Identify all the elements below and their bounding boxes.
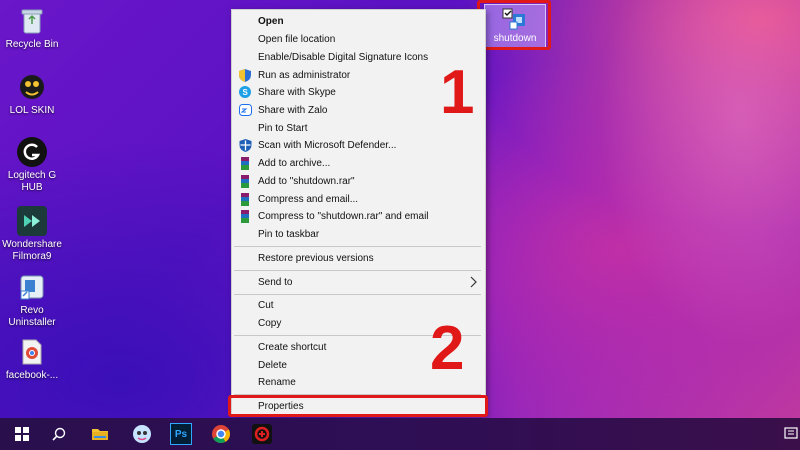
menu-item-scan-defender[interactable]: Scan with Microsoft Defender... <box>232 137 485 154</box>
menu-item-label: Restore previous versions <box>258 253 374 264</box>
menu-item-label: Delete <box>258 360 287 371</box>
defender-shield-icon <box>238 138 252 152</box>
desktop-icon-label: LOL SKIN <box>9 105 55 116</box>
desktop-icon-label: facebook-... <box>5 370 59 381</box>
file-explorer-icon[interactable] <box>88 422 112 446</box>
desktop-icon-label: Wondershare Filmora9 <box>2 239 62 262</box>
menu-item-label: Open file location <box>258 34 336 45</box>
photoshop-icon[interactable]: Ps <box>170 423 192 445</box>
menu-item-send-to[interactable]: Send to <box>232 274 485 291</box>
app-icon[interactable] <box>130 422 154 446</box>
chrome-shortcut-icon <box>17 337 47 367</box>
wallpaper-wave <box>480 0 800 420</box>
menu-item-label: Cut <box>258 300 274 311</box>
menu-separator <box>234 294 481 295</box>
desktop-icon-filmora[interactable]: Wondershare Filmora9 <box>0 206 64 263</box>
desktop-icon-recycle-bin[interactable]: Recycle Bin <box>0 6 64 51</box>
desktop-icon-label: Revo Uninstaller <box>8 305 56 328</box>
uac-shield-icon <box>238 68 252 82</box>
menu-item-add-archive[interactable]: Add to archive... <box>232 155 485 172</box>
menu-item-add-rar[interactable]: Add to "shutdown.rar" <box>232 173 485 190</box>
menu-item-pin-taskbar[interactable]: Pin to taskbar <box>232 226 485 243</box>
menu-item-cut[interactable]: Cut <box>232 297 485 314</box>
recycle-bin-icon <box>17 6 47 36</box>
menu-item-open-file-location[interactable]: Open file location <box>232 31 485 48</box>
chrome-icon[interactable] <box>209 422 233 446</box>
taskbar: Ps <box>0 418 800 450</box>
winrar-icon <box>238 174 252 188</box>
menu-item-label: Pin to taskbar <box>258 229 320 240</box>
menu-item-label: Compress to "shutdown.rar" and email <box>258 211 429 222</box>
desktop-icon-revo[interactable]: Revo Uninstaller <box>0 272 64 329</box>
photoshop-label: Ps <box>174 428 188 440</box>
lol-skin-icon <box>17 72 47 102</box>
notification-icon[interactable] <box>779 422 800 446</box>
menu-item-label: Run as administrator <box>258 70 351 81</box>
menu-item-label: Rename <box>258 377 296 388</box>
zalo-icon <box>238 103 252 117</box>
menu-item-label: Share with Skype <box>258 87 336 98</box>
winrar-icon <box>238 209 252 223</box>
desktop-icon-lol-skin[interactable]: LOL SKIN <box>0 72 64 117</box>
menu-item-label: Enable/Disable Digital Signature Icons <box>258 52 429 63</box>
start-icon[interactable] <box>10 422 34 446</box>
winrar-icon <box>238 156 252 170</box>
revo-uninstaller-icon <box>17 272 47 302</box>
step-number-1: 1 <box>440 58 475 127</box>
menu-item-label: Share with Zalo <box>258 105 328 116</box>
step-number-2: 2 <box>430 314 465 383</box>
menu-item-compress-email[interactable]: Compress and email... <box>232 191 485 208</box>
garena-icon[interactable] <box>250 422 274 446</box>
logitech-g-icon <box>17 137 47 167</box>
svg-text:S: S <box>243 88 249 97</box>
menu-item-restore-versions[interactable]: Restore previous versions <box>232 250 485 267</box>
menu-item-label: Add to archive... <box>258 158 331 169</box>
winrar-icon <box>238 192 252 206</box>
menu-item-label: Scan with Microsoft Defender... <box>258 140 397 151</box>
highlight-box-shutdown <box>477 0 551 50</box>
desktop-icon-label: Logitech G HUB <box>7 170 57 193</box>
menu-item-label: Send to <box>258 277 293 288</box>
desktop-icon-logitech[interactable]: Logitech G HUB <box>0 137 64 194</box>
menu-item-open[interactable]: Open <box>232 13 485 30</box>
highlight-box-properties <box>228 395 488 417</box>
menu-item-compress-rar-email[interactable]: Compress to "shutdown.rar" and email <box>232 208 485 225</box>
menu-item-label: Create shortcut <box>258 342 327 353</box>
skype-icon: S <box>238 85 252 99</box>
menu-item-label: Compress and email... <box>258 194 359 205</box>
menu-separator <box>234 270 481 271</box>
menu-item-label: Add to "shutdown.rar" <box>258 176 355 187</box>
desktop-icon-label: Recycle Bin <box>5 39 59 50</box>
menu-item-label: Pin to Start <box>258 123 308 134</box>
menu-item-label: Open <box>258 16 284 27</box>
desktop-icon-facebook[interactable]: facebook-... <box>0 337 64 382</box>
search-icon[interactable] <box>47 422 71 446</box>
chevron-right-icon <box>469 276 477 291</box>
menu-item-label: Copy <box>258 318 282 329</box>
menu-separator <box>234 246 481 247</box>
filmora-icon <box>17 206 47 236</box>
